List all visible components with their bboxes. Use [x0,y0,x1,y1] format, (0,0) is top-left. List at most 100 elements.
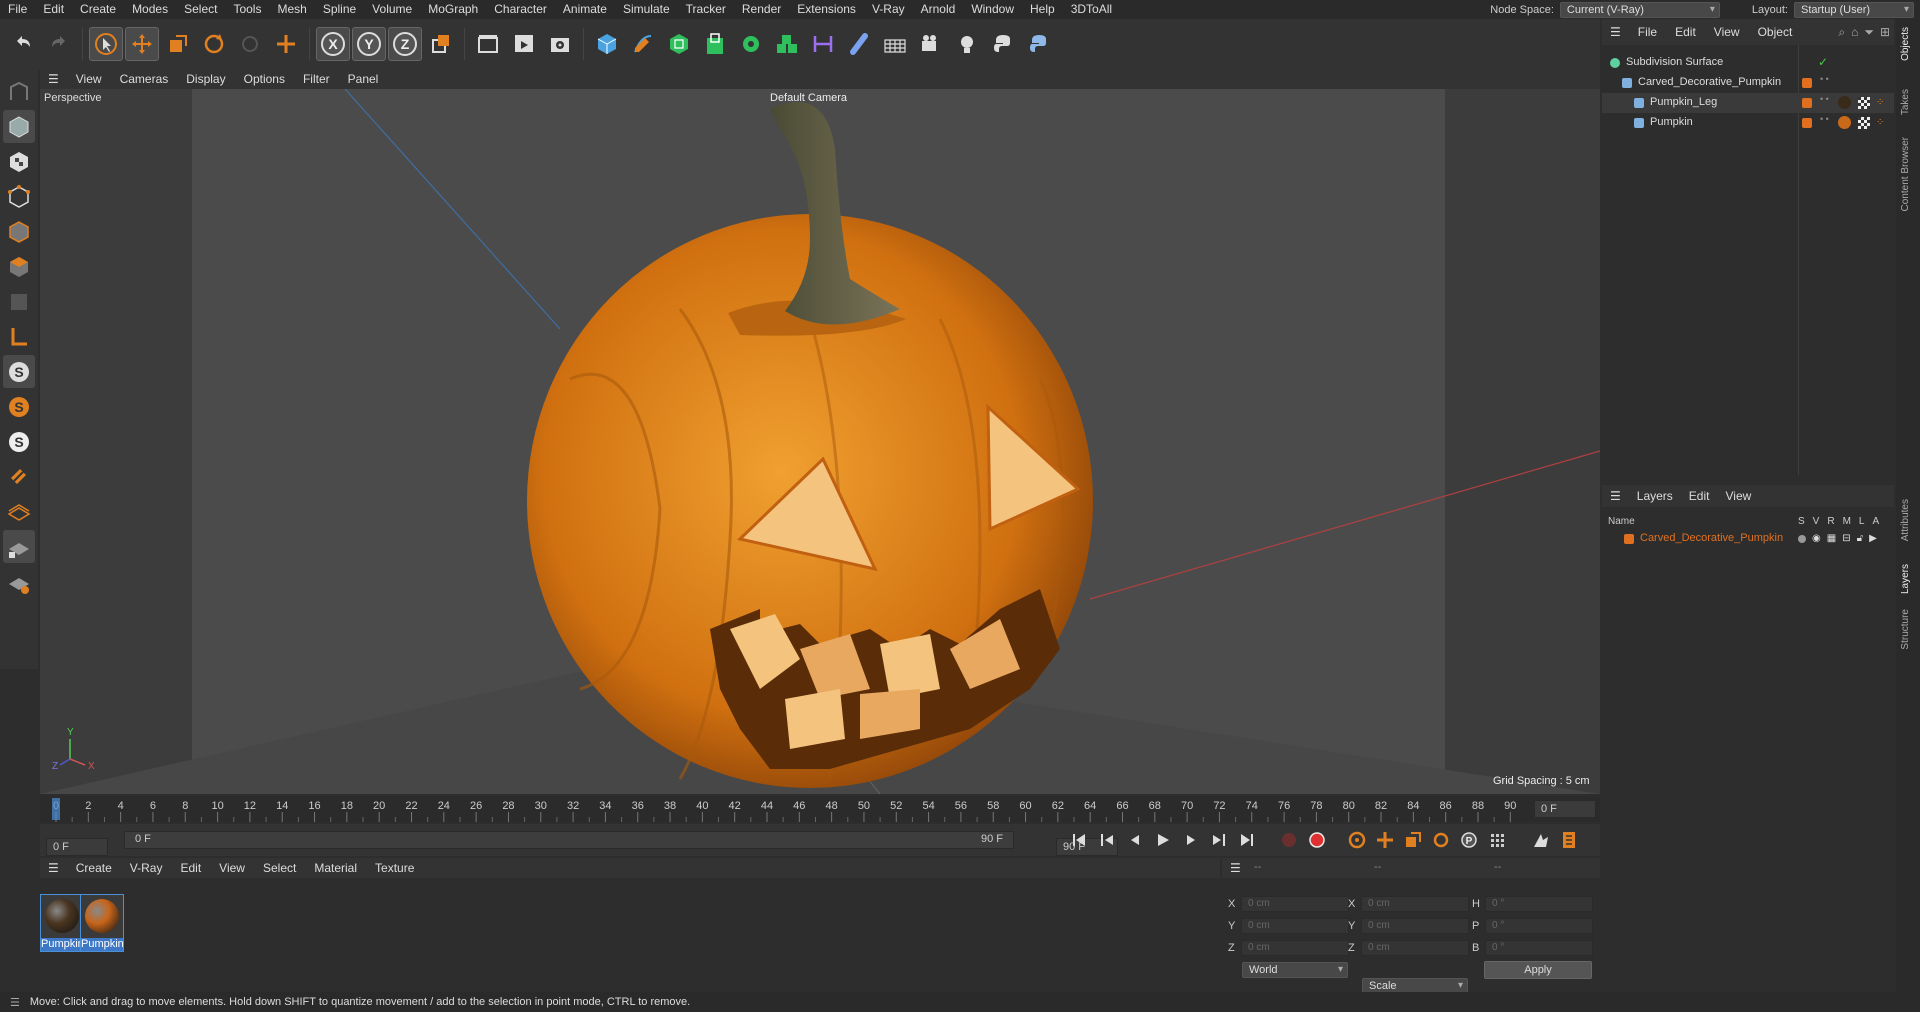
menu-window[interactable]: Window [963,0,1022,19]
search-icon[interactable]: ⌕ [1838,25,1845,40]
uv-mode-button[interactable] [3,285,35,318]
key-position-button[interactable] [1372,827,1398,853]
next-frame-button[interactable] [1178,827,1204,853]
manager-icon[interactable]: ⊟ [1842,533,1850,544]
material-menu-v-ray[interactable]: V-Ray [121,861,172,875]
range-slider[interactable]: 0 F 90 F [124,831,1014,849]
menu-tools[interactable]: Tools [225,0,269,19]
lock-icon[interactable]: 🔓︎ [1857,533,1863,544]
material-menu-material[interactable]: Material [305,861,366,875]
filter-icon[interactable]: ⏷ [1864,25,1874,40]
object-row[interactable]: Carved_Decorative_Pumpkin • • [1602,73,1894,93]
menu-mograph[interactable]: MoGraph [420,0,486,19]
side-tab-content-browser[interactable]: Content Browser [1900,137,1911,211]
move-tool-button[interactable] [125,27,159,61]
python-button[interactable] [986,27,1020,61]
menu-tracker[interactable]: Tracker [678,0,734,19]
menu-volume[interactable]: Volume [364,0,420,19]
render-icon[interactable]: ▦ [1827,533,1836,544]
workplane-snap-button[interactable]: S [3,425,35,458]
checker-tag-icon[interactable] [1858,117,1870,129]
layer-menu-view[interactable]: View [1717,489,1759,503]
undo-button[interactable] [6,27,40,61]
side-tab-layers[interactable]: Layers [1900,564,1911,594]
axis-mode-button[interactable] [3,320,35,353]
viewport-menu-cameras[interactable]: Cameras [111,69,178,89]
checker-tag-icon[interactable] [1858,97,1870,109]
material-tag-icon[interactable] [1838,96,1851,109]
material-menu-texture[interactable]: Texture [366,861,423,875]
field-button[interactable] [842,27,876,61]
start-frame-field[interactable]: 0 F [46,838,108,856]
coordinate-system-button[interactable] [424,27,458,61]
render-view-button[interactable] [471,27,505,61]
status-menu-icon[interactable]: ☰ [0,996,30,1009]
make-editable-button[interactable] [3,75,35,108]
layer-color-swatch[interactable] [1802,98,1812,108]
points-mode-button[interactable] [3,180,35,213]
object-menu-icon[interactable]: ☰ [1602,25,1629,39]
object-row[interactable]: Pumpkin_Leg • • ⁘ [1602,93,1894,113]
locked-workplane-button[interactable] [3,530,35,563]
motion-mode-button[interactable] [1528,827,1554,853]
planar-workplane-button[interactable] [3,565,35,598]
keyframe-selection-button[interactable] [1344,827,1370,853]
goto-start-button[interactable] [1066,827,1092,853]
camera-label[interactable]: Default Camera [770,92,847,104]
material-menu-create[interactable]: Create [67,861,121,875]
menu-help[interactable]: Help [1022,0,1063,19]
next-key-button[interactable] [1206,827,1232,853]
animation-icon[interactable]: ▶ [1869,533,1877,544]
uvw-tag-icon[interactable]: ⁘ [1876,97,1884,108]
viewport-menu-display[interactable]: Display [177,69,234,89]
light-button[interactable] [950,27,984,61]
object-menu-edit[interactable]: Edit [1666,25,1705,39]
object-menu-object[interactable]: Object [1749,25,1802,39]
layer-flag-header-a[interactable]: A [1872,516,1879,527]
coord-value-field[interactable]: 0 ° [1485,896,1593,912]
layer-menu-layers[interactable]: Layers [1629,489,1681,503]
layer-flag-header-r[interactable]: R [1827,516,1834,527]
material-menu-view[interactable]: View [210,861,254,875]
menu-3dtoall[interactable]: 3DToAll [1063,0,1120,19]
subdivision-button[interactable] [662,27,696,61]
side-tab-objects[interactable]: Objects [1900,27,1911,61]
solo-dot-icon[interactable] [1798,534,1806,543]
uvw-tag-icon[interactable]: ⁘ [1876,117,1884,128]
object-row[interactable]: Pumpkin • • ⁘ [1602,113,1894,133]
layer-row[interactable]: Carved_Decorative_Pumpkin ◉ ▦ ⊟ 🔓︎ ▶ [1602,529,1894,549]
menu-arnold[interactable]: Arnold [913,0,964,19]
menu-spline[interactable]: Spline [315,0,364,19]
home-icon[interactable]: ⌂ [1851,25,1858,40]
layer-flag-header-l[interactable]: L [1859,516,1865,527]
side-tab-takes[interactable]: Takes [1900,89,1911,115]
coordinates-menu-icon[interactable]: ☰ [1222,861,1249,875]
layer-flag-header-m[interactable]: M [1843,516,1851,527]
scale-tool-button[interactable] [161,27,195,61]
side-tab-attributes[interactable]: Attributes [1900,499,1911,541]
material-swatch[interactable]: Pumpkin [40,894,84,952]
floor-button[interactable] [878,27,912,61]
edges-mode-button[interactable] [3,215,35,248]
snap-settings-button[interactable]: S [3,390,35,423]
key-rotation-button[interactable] [1428,827,1454,853]
layer-color-swatch[interactable] [1802,118,1812,128]
coord-value-field[interactable]: 0 cm [1241,940,1349,956]
render-picture-viewer-button[interactable] [507,27,541,61]
record-keys-button[interactable] [1276,827,1302,853]
material-menu-edit[interactable]: Edit [171,861,210,875]
autokey-button[interactable] [1304,827,1330,853]
mograph-button[interactable] [770,27,804,61]
menu-character[interactable]: Character [486,0,555,19]
visibility-dots-icon[interactable]: • • [1820,75,1829,84]
rotate-tool-button[interactable] [197,27,231,61]
perspective-viewport[interactable]: Y X Z Perspective Default Camera Grid Sp… [40,89,1600,794]
viewport-menu-view[interactable]: View [67,69,111,89]
object-menu-view[interactable]: View [1705,25,1749,39]
y-axis-toggle[interactable]: Y [352,27,386,61]
create-tool-button[interactable] [269,27,303,61]
visibility-dots-icon[interactable]: • • [1820,95,1829,104]
node-space-select[interactable]: Current (V-Ray) [1559,1,1720,18]
viewport-menu-icon[interactable]: ☰ [40,72,67,86]
python-script-button[interactable] [1022,27,1056,61]
